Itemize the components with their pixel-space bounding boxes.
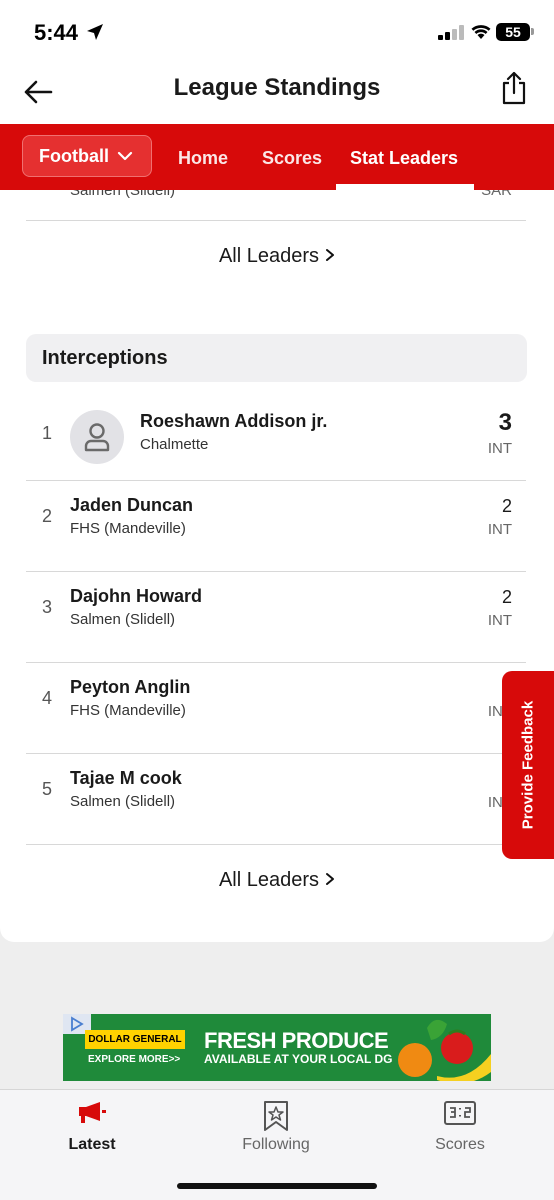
chevron-right-icon xyxy=(325,869,335,892)
ad-cta: EXPLORE MORE>> xyxy=(88,1054,181,1065)
nav-item-latest[interactable]: Latest xyxy=(0,1090,184,1170)
nav-item-following[interactable]: Following xyxy=(184,1090,368,1170)
battery-level: 55 xyxy=(505,24,521,40)
stat-unit: INT xyxy=(487,440,512,457)
all-leaders-label: All Leaders xyxy=(218,245,320,267)
player-team: FHS (Mandeville) xyxy=(70,520,186,537)
stat-unit: SAR xyxy=(481,190,512,199)
rank: 1 xyxy=(42,423,53,443)
player-team: Salmen (Slidell) xyxy=(70,190,176,199)
produce-image xyxy=(398,1019,491,1081)
ad-subline: AVAILABLE AT YOUR LOCAL DG xyxy=(204,1052,393,1066)
table-row[interactable]: 4 Peyton Anglin FHS (Mandeville) 1 INT xyxy=(26,663,526,754)
sport-dropdown[interactable]: Football xyxy=(22,135,152,177)
list-item[interactable]: Salmen (Slidell) SAR xyxy=(26,190,526,220)
stat-value: 2 xyxy=(501,496,512,516)
share-button[interactable] xyxy=(498,68,530,108)
all-leaders-link[interactable]: All Leaders xyxy=(0,245,554,268)
tab-stat-leaders[interactable]: Stat Leaders xyxy=(350,148,458,169)
stat-unit: INT xyxy=(487,521,512,538)
player-team: Chalmette xyxy=(140,436,209,453)
ad-headline: FRESH PRODUCE xyxy=(204,1028,389,1053)
table-row[interactable]: 5 Tajae M cook Salmen (Slidell) 1 INT xyxy=(26,754,526,845)
cellular-signal-icon xyxy=(438,24,464,40)
stat-leaders-content: Salmen (Slidell) SAR All Leaders Interce… xyxy=(0,190,554,942)
table-row[interactable]: 3 Dajohn Howard Salmen (Slidell) 2 INT xyxy=(26,572,526,663)
league-tab-bar: Football Home Scores Stat Leaders xyxy=(0,124,554,190)
divider xyxy=(26,220,526,221)
provide-feedback-button[interactable]: Provide Feedback xyxy=(502,671,554,859)
page-title: League Standings xyxy=(173,74,381,101)
feedback-label: Provide Feedback xyxy=(519,700,537,830)
nav-label: Latest xyxy=(68,1136,116,1153)
megaphone-icon xyxy=(0,1100,184,1126)
app-header: League Standings xyxy=(0,60,554,124)
table-row[interactable]: 1 Roeshawn Addison jr. Chalmette 3 INT xyxy=(26,390,526,481)
rank: 4 xyxy=(42,688,53,708)
sport-dropdown-label: Football xyxy=(39,145,109,166)
share-icon xyxy=(502,71,526,105)
stat-unit: INT xyxy=(487,612,512,629)
stat-value: 3 xyxy=(498,409,512,436)
location-arrow-icon xyxy=(87,24,103,40)
status-bar: 5:44 55 xyxy=(0,0,554,60)
player-name: Dajohn Howard xyxy=(70,586,203,606)
player-team: Salmen (Slidell) xyxy=(70,793,176,810)
tab-scores[interactable]: Scores xyxy=(262,148,322,169)
home-indicator xyxy=(177,1183,377,1189)
all-leaders-link[interactable]: All Leaders xyxy=(0,869,554,892)
bookmark-star-icon xyxy=(184,1100,368,1132)
all-leaders-label: All Leaders xyxy=(218,869,320,891)
player-name: Roeshawn Addison jr. xyxy=(140,411,328,431)
player-name: Tajae M cook xyxy=(70,768,182,788)
table-row[interactable]: 2 Jaden Duncan FHS (Mandeville) 2 INT xyxy=(26,481,526,572)
ad-brand: DOLLAR GENERAL xyxy=(85,1030,185,1049)
section-header-interceptions: Interceptions xyxy=(26,334,527,382)
nav-label: Following xyxy=(242,1136,310,1153)
wifi-icon xyxy=(471,25,491,39)
ad-banner[interactable]: DOLLAR GENERAL EXPLORE MORE>> FRESH PROD… xyxy=(63,1014,491,1081)
chevron-down-icon xyxy=(117,151,133,161)
stat-value: 2 xyxy=(501,587,512,607)
nav-item-scores[interactable]: Scores xyxy=(368,1090,552,1170)
tab-home[interactable]: Home xyxy=(178,148,228,169)
nav-label: Scores xyxy=(435,1136,485,1153)
divider xyxy=(26,844,526,845)
person-icon xyxy=(84,423,110,452)
avatar xyxy=(70,410,124,464)
player-name: Jaden Duncan xyxy=(70,495,194,515)
player-team: FHS (Mandeville) xyxy=(70,702,186,719)
chevron-right-icon xyxy=(325,245,335,268)
player-name: Peyton Anglin xyxy=(70,677,191,697)
battery-tip xyxy=(531,28,534,35)
section-title: Interceptions xyxy=(42,347,168,369)
rank: 3 xyxy=(42,597,53,617)
rank: 5 xyxy=(42,779,53,799)
status-time: 5:44 xyxy=(34,20,79,45)
player-team: Salmen (Slidell) xyxy=(70,611,176,628)
battery-icon: 55 xyxy=(496,23,530,41)
scoreboard-icon xyxy=(368,1100,552,1126)
rank: 2 xyxy=(42,506,53,526)
